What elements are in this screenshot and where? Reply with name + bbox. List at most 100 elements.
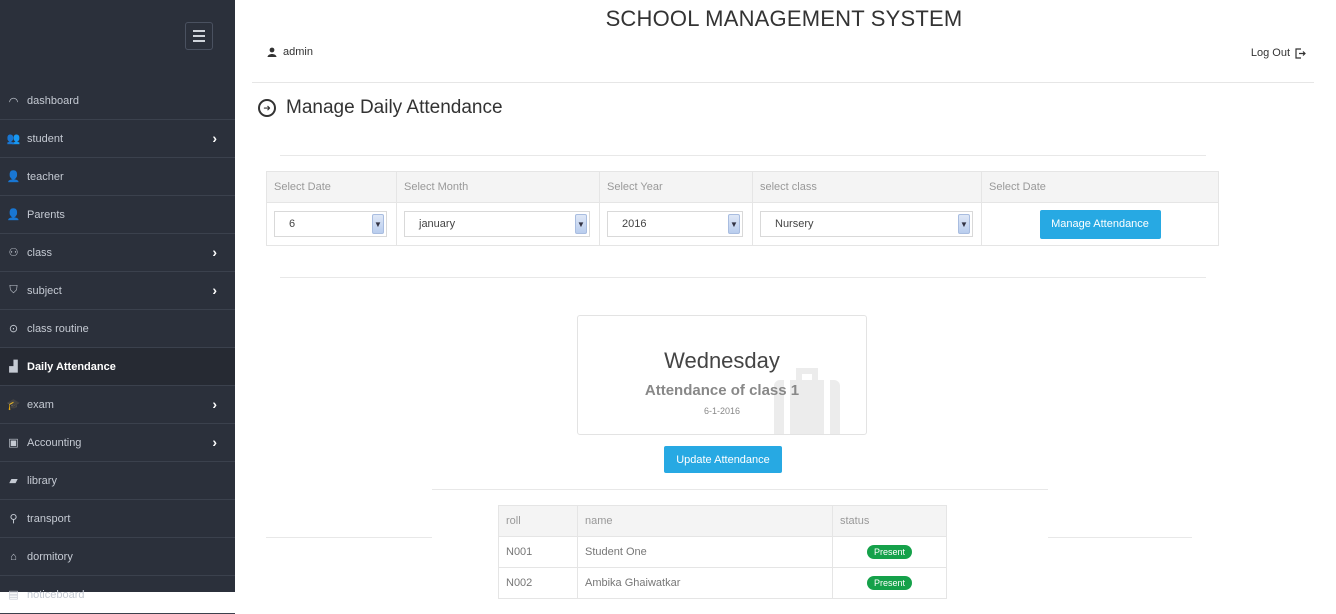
- map-marker-icon: ⚲: [9, 513, 18, 525]
- sign-out-icon: [1295, 47, 1306, 59]
- sidebar-item-label: dashboard: [27, 95, 79, 107]
- date-cell: 6 ▼: [266, 202, 397, 246]
- sitemap-icon: ⚇: [8, 247, 19, 259]
- chevron-right-icon: ›: [212, 244, 217, 260]
- divider: [1048, 537, 1192, 538]
- chevron-right-icon: ›: [212, 396, 217, 412]
- table-row: N002 Ambika Ghaiwatkar Present: [498, 567, 947, 599]
- status-badge[interactable]: Present: [866, 576, 913, 590]
- sidebar-item-daily-attendance[interactable]: ▟ Daily Attendance: [0, 348, 235, 386]
- compass-icon: ⊙: [8, 323, 19, 335]
- name-cell: Student One: [577, 536, 833, 568]
- status-badge[interactable]: Present: [866, 545, 913, 559]
- logout-link[interactable]: Log Out: [1251, 47, 1306, 59]
- book-icon: ▰: [9, 475, 18, 487]
- column-header: name: [577, 505, 833, 537]
- sidebar-item-dashboard[interactable]: ◠ dashboard: [0, 83, 235, 120]
- user-info[interactable]: admin: [267, 46, 313, 58]
- sidebar-item-exam[interactable]: 🎓 exam ›: [0, 386, 235, 424]
- sidebar-item-label: noticeboard: [27, 588, 85, 601]
- students-attendance-table: roll name status N001 Student One Present N…: [498, 505, 947, 599]
- user-icon: 👤: [6, 209, 21, 221]
- month-select[interactable]: january ▼: [404, 211, 590, 237]
- sidebar-item-student[interactable]: 👥 student ›: [0, 120, 235, 158]
- sidebar-item-library[interactable]: ▰ library: [0, 462, 235, 500]
- user-icon: [267, 47, 277, 57]
- arrow-circle-right-icon: ➜: [258, 99, 276, 117]
- year-select[interactable]: 2016 ▼: [607, 211, 743, 237]
- app-title: SCHOOL MANAGEMENT SYSTEM: [605, 6, 963, 31]
- sidebar-item-parents[interactable]: 👤 Parents: [0, 196, 235, 234]
- name-cell: Ambika Ghaiwatkar: [577, 567, 833, 599]
- date-select-value: 6: [289, 218, 296, 230]
- status-cell: Present: [832, 536, 947, 568]
- roll-cell: N001: [498, 536, 578, 568]
- manage-attendance-button[interactable]: Manage Attendance: [1039, 209, 1161, 239]
- users-icon: 👤: [6, 171, 21, 183]
- header-divider: [252, 82, 1314, 83]
- filter-header: Select Date: [266, 171, 397, 203]
- sidebar-nav: ◠ dashboard 👥 student › 👤 teacher 👤 Parents ⚇ clas…: [0, 83, 235, 614]
- dashboard-icon: ◠: [8, 95, 19, 108]
- sidebar-item-label: transport: [27, 512, 71, 525]
- month-cell: january ▼: [396, 202, 600, 246]
- attendance-date: 6-1-2016: [703, 406, 741, 416]
- sidebar-item-class[interactable]: ⚇ class ›: [0, 234, 235, 272]
- sidebar-item-label: subject: [27, 284, 62, 297]
- logout-label: Log Out: [1250, 47, 1290, 59]
- sidebar-item-label: student: [27, 132, 64, 145]
- sidebar-item-label: class: [27, 246, 53, 259]
- column-header: status: [832, 505, 947, 537]
- sidebar-item-subject[interactable]: ⛉ subject ›: [0, 272, 235, 310]
- date-select[interactable]: 6 ▼: [274, 211, 387, 237]
- sidebar-item-teacher[interactable]: 👤 teacher: [0, 158, 235, 196]
- day-name: Wednesday: [664, 348, 780, 373]
- chevron-down-icon: ▼: [372, 214, 384, 234]
- page-title: ➜ Manage Daily Attendance: [258, 97, 503, 119]
- menu-bar: [193, 30, 205, 32]
- sidebar-item-noticeboard[interactable]: ▤ noticeboard: [0, 576, 235, 614]
- filter-header: Select Date: [981, 171, 1219, 203]
- column-header: roll: [498, 505, 578, 537]
- sidebar-item-label: teacher: [27, 170, 64, 183]
- sidebar-item-transport[interactable]: ⚲ transport: [0, 500, 235, 538]
- year-cell: 2016 ▼: [599, 202, 753, 246]
- sidebar: ◠ dashboard 👥 student › 👤 teacher 👤 Parents ⚇ clas…: [0, 0, 235, 614]
- divider: [280, 277, 1206, 278]
- chevron-down-icon: ▼: [728, 214, 740, 234]
- menu-bar: [193, 40, 205, 42]
- home-icon: ⌂: [10, 550, 17, 563]
- sidebar-item-label: exam: [27, 398, 54, 411]
- attendance-filter-table: Select Date Select Month Select Year sel…: [266, 171, 1219, 246]
- action-cell: Manage Attendance: [981, 202, 1219, 246]
- month-select-value: january: [419, 218, 456, 230]
- divider: [280, 155, 1206, 156]
- attendance-day-card: Wednesday Attendance of class 1 6-1-2016: [577, 315, 867, 435]
- divider: [266, 537, 432, 538]
- sidebar-item-label: dormitory: [27, 550, 73, 563]
- sidebar-item-accounting[interactable]: ▣ Accounting ›: [0, 424, 235, 462]
- sidebar-toggle-button[interactable]: [185, 22, 213, 50]
- filter-header: select class: [752, 171, 982, 203]
- suitcase-icon: [774, 368, 840, 434]
- year-select-value: 2016: [622, 218, 647, 230]
- signal-icon: ▟: [9, 361, 18, 373]
- graduation-cap-icon: 🎓: [6, 399, 21, 411]
- menu-bar: [193, 35, 205, 37]
- class-cell: Nursery ▼: [752, 202, 982, 246]
- divider: [432, 489, 1048, 490]
- briefcase-icon: ▣: [8, 437, 19, 449]
- group-icon: 👥: [6, 133, 21, 145]
- class-select[interactable]: Nursery ▼: [760, 211, 973, 237]
- tag-icon: ⛉: [9, 284, 18, 296]
- sidebar-item-label: Daily Attendance: [27, 360, 116, 373]
- sidebar-item-label: Parents: [27, 208, 65, 221]
- sidebar-item-label: Accounting: [27, 436, 82, 449]
- sidebar-item-class-routine[interactable]: ⊙ class routine: [0, 310, 235, 348]
- status-cell: Present: [832, 567, 947, 599]
- page-title-text: Manage Daily Attendance: [286, 97, 503, 118]
- update-attendance-button[interactable]: Update Attendance: [664, 446, 782, 473]
- student-rows: N001 Student One Present N002 Ambika Ghaiwat…: [498, 536, 947, 599]
- chevron-down-icon: ▼: [575, 214, 587, 234]
- sidebar-item-dormitory[interactable]: ⌂ dormitory: [0, 538, 235, 576]
